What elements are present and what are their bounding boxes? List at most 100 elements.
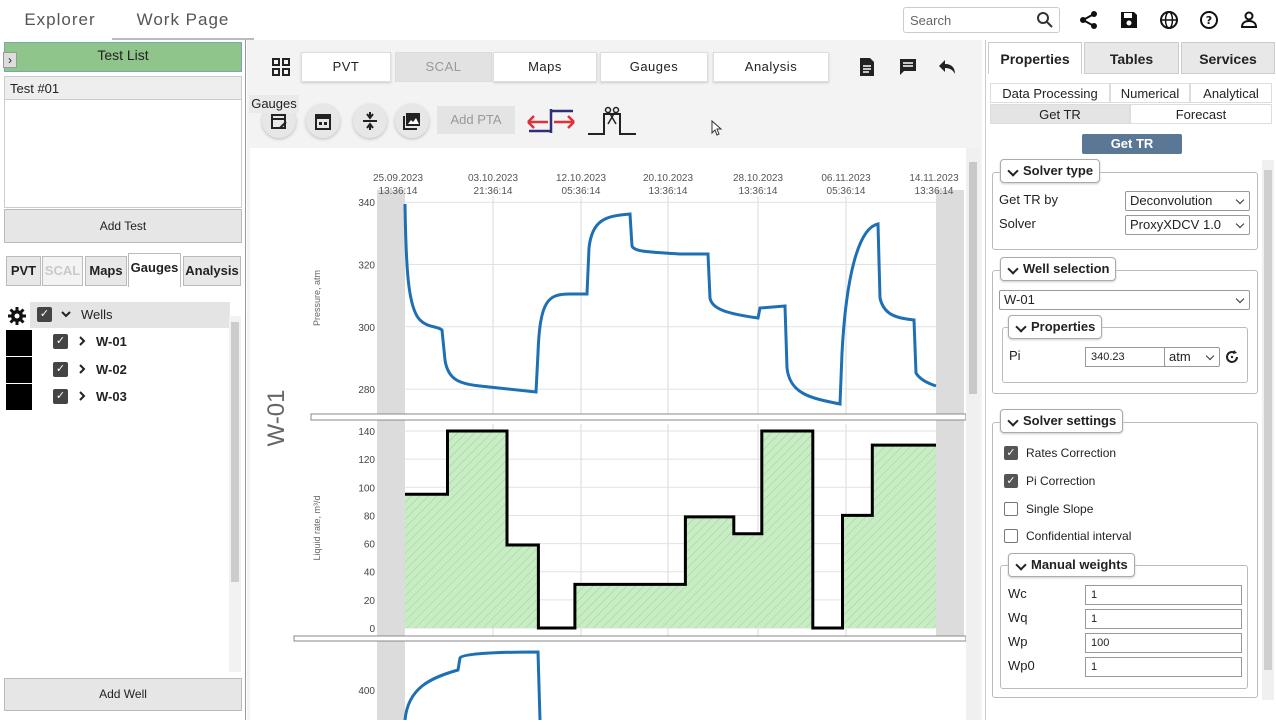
scrollbar-thumb[interactable] bbox=[231, 322, 239, 582]
collapse-panel-button[interactable]: › bbox=[3, 52, 17, 68]
search-input[interactable]: Search bbox=[903, 7, 1060, 33]
rate-tick-label: 0 bbox=[369, 624, 375, 635]
center-tab-maps[interactable]: Maps bbox=[493, 52, 597, 82]
plot-scrollbar[interactable] bbox=[966, 148, 980, 720]
wells-scrollbar[interactable] bbox=[229, 316, 241, 672]
well-select[interactable]: W-01 bbox=[999, 290, 1250, 310]
properties-legend[interactable]: Properties bbox=[1008, 315, 1103, 339]
gear-icon[interactable] bbox=[7, 306, 27, 326]
wells-checkbox[interactable]: ✓ bbox=[37, 307, 52, 322]
pi-input[interactable]: 340.23 bbox=[1085, 347, 1165, 367]
confidential-interval-label: Confidential interval bbox=[1026, 529, 1132, 543]
solver-settings-legend[interactable]: Solver settings bbox=[1000, 409, 1124, 433]
calendar-icon bbox=[315, 114, 331, 130]
reset-icon[interactable] bbox=[1223, 348, 1241, 366]
solver-select[interactable]: ProxyXDCV 1.0 bbox=[1125, 215, 1250, 235]
chart-svg[interactable]: 25.09.2023 13:36:14 03.10.2023 21:36:14 12.1… bbox=[250, 148, 967, 721]
well-item-w02[interactable]: W-02 bbox=[96, 362, 127, 377]
grid-icon[interactable] bbox=[272, 58, 290, 76]
compress-vertical-icon bbox=[363, 112, 377, 130]
tab-explorer[interactable]: Explorer bbox=[8, 0, 112, 40]
wp0-input[interactable]: 1 bbox=[1085, 657, 1242, 677]
edit-calendar-icon bbox=[271, 114, 287, 129]
well-color-swatch[interactable] bbox=[6, 357, 32, 383]
third-series-line bbox=[403, 650, 542, 721]
rates-correction-checkbox[interactable]: ✓ bbox=[1004, 446, 1018, 460]
wp-input[interactable]: 100 bbox=[1085, 633, 1242, 653]
well-checkbox[interactable]: ✓ bbox=[53, 334, 68, 349]
pressure-series-line bbox=[403, 203, 937, 406]
chart-right-band bbox=[936, 420, 964, 636]
right-tab-tables[interactable]: Tables bbox=[1084, 42, 1179, 74]
share-icon[interactable] bbox=[1078, 9, 1100, 31]
center-tab-gauges[interactable]: Gauges bbox=[600, 52, 708, 82]
wq-input[interactable]: 1 bbox=[1085, 609, 1242, 629]
help-icon[interactable]: ? bbox=[1198, 9, 1220, 31]
time-tick-time: 21:36:14 bbox=[474, 186, 513, 197]
time-tick-date: 06.11.2023 bbox=[821, 173, 871, 184]
well-checkbox[interactable]: ✓ bbox=[53, 362, 68, 377]
well-selection-legend[interactable]: Well selection bbox=[1000, 257, 1117, 281]
shift-arrows-icon[interactable] bbox=[524, 106, 578, 136]
wc-input[interactable]: 1 bbox=[1085, 585, 1242, 605]
get-tr-button[interactable]: Get TR bbox=[1082, 134, 1182, 154]
scrollbar-thumb[interactable] bbox=[1264, 170, 1272, 670]
right-tab-services[interactable]: Services bbox=[1181, 42, 1275, 74]
rates-correction-label: Rates Correction bbox=[1026, 446, 1117, 460]
center-tab-analysis[interactable]: Analysis bbox=[713, 52, 829, 82]
globe-icon[interactable] bbox=[1158, 9, 1180, 31]
calendar-button[interactable] bbox=[306, 104, 340, 138]
scrollbar-thumb[interactable] bbox=[969, 162, 977, 394]
solver-type-legend[interactable]: Solver type bbox=[1000, 159, 1101, 183]
manual-weights-legend[interactable]: Manual weights bbox=[1008, 553, 1135, 577]
time-tick-date: 14.11.2023 bbox=[909, 173, 959, 184]
user-icon[interactable] bbox=[1238, 9, 1260, 31]
chevron-right-icon[interactable] bbox=[76, 390, 88, 402]
image-button[interactable] bbox=[395, 104, 429, 138]
well-item-w03[interactable]: W-03 bbox=[96, 389, 127, 404]
chevron-right-icon[interactable] bbox=[76, 363, 88, 375]
pi-correction-checkbox[interactable]: ✓ bbox=[1004, 474, 1018, 488]
left-tab-analysis[interactable]: Analysis bbox=[183, 256, 241, 286]
right-tab-properties[interactable]: Properties bbox=[988, 42, 1082, 74]
comment-icon[interactable] bbox=[898, 57, 918, 77]
add-test-button[interactable]: Add Test bbox=[4, 209, 242, 243]
save-icon[interactable] bbox=[1118, 9, 1140, 31]
sub-tab-forecast[interactable]: Forecast bbox=[1130, 104, 1272, 124]
time-tick-date: 25.09.2023 bbox=[373, 173, 423, 184]
well-color-swatch[interactable] bbox=[6, 330, 32, 356]
chevron-down-icon[interactable] bbox=[60, 308, 72, 320]
left-tab-maps[interactable]: Maps bbox=[85, 256, 127, 286]
pi-unit-select[interactable]: atm bbox=[1164, 347, 1220, 367]
confidential-interval-checkbox[interactable] bbox=[1004, 529, 1018, 543]
pressure-tick-label: 320 bbox=[358, 261, 375, 272]
pressure-tick-label: 280 bbox=[358, 385, 375, 396]
document-icon[interactable] bbox=[858, 57, 876, 77]
add-pta-button[interactable]: Add PTA bbox=[437, 106, 515, 134]
test-list-area bbox=[4, 100, 242, 208]
test-list-item[interactable]: Test #01 bbox=[4, 76, 242, 100]
wp-label: Wp bbox=[1008, 634, 1028, 649]
time-tick-time: 13:36:14 bbox=[739, 186, 778, 197]
sub-tab-get-tr[interactable]: Get TR bbox=[990, 104, 1130, 124]
add-well-button[interactable]: Add Well bbox=[4, 678, 242, 711]
tab-work-page[interactable]: Work Page bbox=[112, 0, 254, 40]
compress-button[interactable] bbox=[353, 104, 387, 138]
well-item-w01[interactable]: W-01 bbox=[96, 334, 127, 349]
well-checkbox[interactable]: ✓ bbox=[53, 389, 68, 404]
sub-tab-analytical[interactable]: Analytical bbox=[1190, 83, 1272, 103]
well-color-swatch[interactable] bbox=[6, 384, 32, 410]
undo-icon[interactable] bbox=[937, 58, 957, 76]
left-tab-pvt[interactable]: PVT bbox=[6, 256, 41, 286]
left-tab-gauges[interactable]: Gauges bbox=[128, 253, 181, 287]
get-tr-by-select[interactable]: Deconvolution bbox=[1125, 191, 1250, 211]
single-slope-checkbox[interactable] bbox=[1004, 502, 1018, 516]
cut-step-icon[interactable] bbox=[586, 106, 638, 136]
sub-tab-data-processing[interactable]: Data Processing bbox=[990, 83, 1110, 103]
chevron-right-icon[interactable] bbox=[76, 335, 88, 347]
sub-tab-numerical[interactable]: Numerical bbox=[1110, 83, 1190, 103]
center-tab-scal[interactable]: SCAL bbox=[395, 52, 492, 82]
center-tab-pvt[interactable]: PVT bbox=[301, 52, 391, 82]
left-tab-scal[interactable]: SCAL bbox=[42, 256, 83, 286]
right-panel-scrollbar[interactable] bbox=[1262, 160, 1274, 700]
